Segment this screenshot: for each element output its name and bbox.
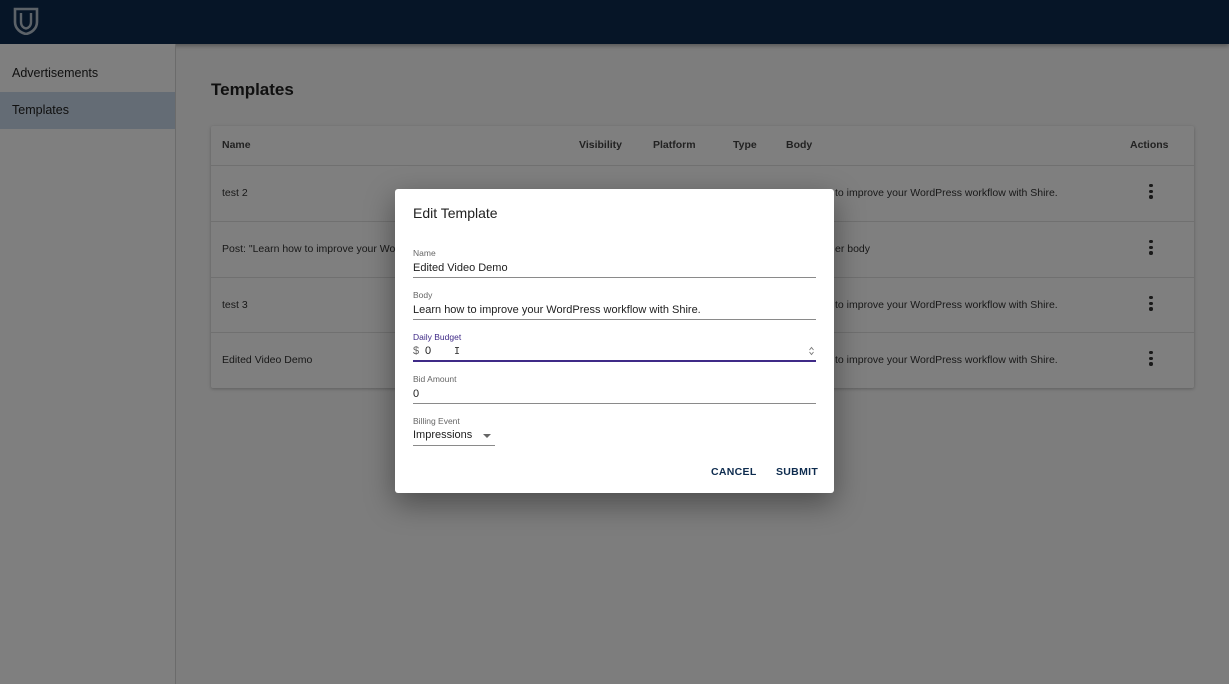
arrow-drop-down-icon bbox=[483, 434, 491, 438]
body-label: Body bbox=[413, 290, 433, 300]
name-label: Name bbox=[413, 248, 436, 258]
billing-event-value: Impressions bbox=[413, 429, 473, 441]
currency-adornment: $ bbox=[413, 345, 420, 357]
submit-button[interactable]: SUBMIT bbox=[776, 466, 818, 478]
daily-budget-input[interactable] bbox=[413, 342, 816, 362]
cancel-button[interactable]: CANCEL bbox=[711, 466, 757, 478]
bid-amount-input[interactable] bbox=[413, 384, 816, 404]
dialog-title: Edit Template bbox=[413, 205, 498, 221]
bid-amount-label: Bid Amount bbox=[413, 374, 457, 384]
number-spinner-icon[interactable] bbox=[809, 346, 814, 356]
body-input[interactable] bbox=[413, 300, 816, 320]
name-input[interactable] bbox=[413, 258, 816, 278]
billing-event-label: Billing Event bbox=[413, 416, 460, 426]
billing-event-select[interactable]: Impressions bbox=[413, 426, 495, 446]
edit-template-dialog: Edit Template Name Body Daily Budget $ I… bbox=[395, 189, 834, 493]
text-cursor-icon: I bbox=[454, 346, 461, 357]
daily-budget-label: Daily Budget bbox=[413, 332, 462, 342]
